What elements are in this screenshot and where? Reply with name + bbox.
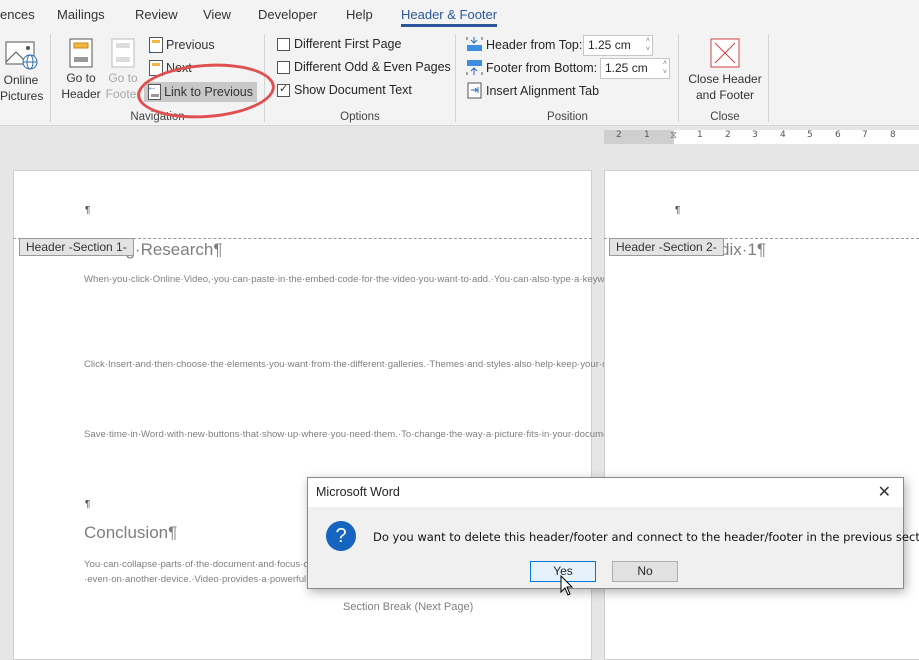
online-pictures-button[interactable]: Online Pictures: [0, 40, 44, 104]
go-to-header-icon: [69, 38, 93, 68]
ruler-tick: 7: [862, 130, 869, 140]
horizontal-ruler[interactable]: 2 1 1 2 3 4 5 6 7 8 ⧖: [604, 130, 919, 144]
separator: [455, 34, 456, 122]
section-break-marker: Section Break (Next Page): [343, 601, 474, 613]
ruler-tick: 4: [780, 130, 787, 140]
ribbon-tabs: ences Mailings Review View Developer Hel…: [0, 0, 919, 30]
tab-header-footer[interactable]: Header & Footer: [401, 7, 498, 27]
insert-alignment-tab-label: Insert Alignment Tab: [486, 83, 600, 98]
header-from-top-input[interactable]: 1.25 cm ˄ ˅: [583, 35, 653, 56]
ruler-tick: 6: [835, 130, 842, 140]
tab-developer[interactable]: Developer: [258, 7, 317, 22]
dialog-message: Do you want to delete this header/footer…: [373, 530, 919, 544]
close-header-footer-button[interactable]: Close Header and Footer: [686, 38, 764, 103]
footer-from-bottom-icon: [466, 60, 483, 75]
tab-references[interactable]: ences: [0, 7, 35, 22]
spin-arrows-icon[interactable]: ˄ ˅: [663, 59, 667, 77]
header-from-top-row: Header from Top:: [466, 36, 582, 53]
previous-button[interactable]: ← Previous: [145, 35, 219, 57]
footer-from-bottom-row: Footer from Bottom:: [466, 59, 597, 76]
dialog-title: Microsoft Word: [308, 478, 903, 507]
tab-help[interactable]: Help: [346, 7, 373, 22]
ruler-margin: [604, 130, 674, 144]
footer-from-bottom-value: 1.25 cm: [605, 61, 648, 75]
header-section-1-tag: Header -Section 1-: [19, 238, 134, 256]
body-paragraph: Save·time·in·Word·with·new·buttons·that·…: [84, 429, 919, 440]
different-odd-even-label: Different Odd & Even Pages: [294, 60, 451, 74]
show-document-text-checkbox[interactable]: Show Document Text: [277, 82, 412, 97]
question-icon: ?: [326, 521, 356, 551]
ruler-tick: 1: [644, 130, 651, 140]
header-section-2-tag: Header -Section 2-: [609, 238, 724, 256]
go-to-footer-icon: [111, 38, 135, 68]
ruler-tick: 8: [890, 130, 897, 140]
conclusion-heading: Conclusion¶: [84, 523, 178, 542]
header-pilcrow: ¶: [675, 205, 681, 216]
close-icon[interactable]: ✕: [878, 482, 891, 502]
ruler-tick: 2: [616, 130, 623, 140]
header-from-top-value: 1.25 cm: [588, 38, 631, 52]
header-from-top-icon: [466, 37, 483, 51]
ruler-tick: 1: [697, 130, 704, 140]
options-group-label: Options: [340, 111, 380, 123]
footer-from-bottom-label: Footer from Bottom:: [486, 60, 598, 75]
ruler-tick: 3: [752, 130, 759, 140]
online-pictures-label: Online Pictures: [0, 73, 44, 103]
empty-paragraph-pilcrow: ¶: [85, 499, 91, 510]
ribbon: Online Pictures Go to Header Go to Foote…: [0, 30, 919, 126]
previous-label: Previous: [166, 38, 215, 52]
page-heading: dix·1¶: [720, 240, 766, 259]
no-button[interactable]: No: [612, 561, 678, 582]
checkbox-checked-icon: [277, 82, 290, 97]
header-pilcrow: ¶: [85, 205, 91, 216]
go-to-header-button[interactable]: Go to Header: [60, 38, 102, 102]
checkbox-icon: [277, 60, 290, 74]
insert-alignment-tab-button[interactable]: Insert Alignment Tab: [466, 82, 599, 99]
position-group-label: Position: [547, 111, 588, 123]
indent-marker-icon[interactable]: ⧖: [670, 130, 678, 141]
different-first-page-label: Different First Page: [294, 37, 402, 51]
tab-view[interactable]: View: [203, 7, 231, 22]
close-group-label: Close: [710, 111, 740, 123]
mouse-cursor-icon: [560, 575, 574, 596]
show-document-text-label: Show Document Text: [294, 83, 412, 97]
body-paragraph: Click·Insert·and·then·choose·the·element…: [84, 359, 919, 370]
different-odd-even-checkbox[interactable]: Different Odd & Even Pages: [277, 60, 451, 74]
body-paragraph: When·you·click·Online·Video,·you·can·pas…: [84, 274, 919, 285]
previous-icon: ←: [147, 37, 163, 57]
header-from-top-label: Header from Top:: [486, 37, 583, 52]
ruler-tick: 2: [725, 130, 732, 140]
close-header-footer-icon: [710, 38, 740, 68]
online-pictures-icon: [5, 41, 38, 70]
separator: [50, 34, 51, 122]
close-header-footer-label: Close Header and Footer: [688, 72, 762, 102]
separator: [768, 34, 769, 122]
footer-from-bottom-input[interactable]: 1.25 cm ˄ ˅: [600, 58, 670, 79]
checkbox-icon: [277, 37, 290, 51]
different-first-page-checkbox[interactable]: Different First Page: [277, 37, 401, 51]
tab-review[interactable]: Review: [135, 7, 178, 22]
ruler-tick: 5: [807, 130, 814, 140]
confirm-dialog: Microsoft Word ✕ ? Do you want to delete…: [307, 477, 919, 589]
go-to-header-label: Go to Header: [61, 71, 101, 101]
spin-arrows-icon[interactable]: ˄ ˅: [646, 36, 650, 54]
separator: [678, 34, 679, 122]
tab-mailings[interactable]: Mailings: [57, 7, 105, 22]
insert-alignment-tab-icon: [467, 82, 482, 99]
